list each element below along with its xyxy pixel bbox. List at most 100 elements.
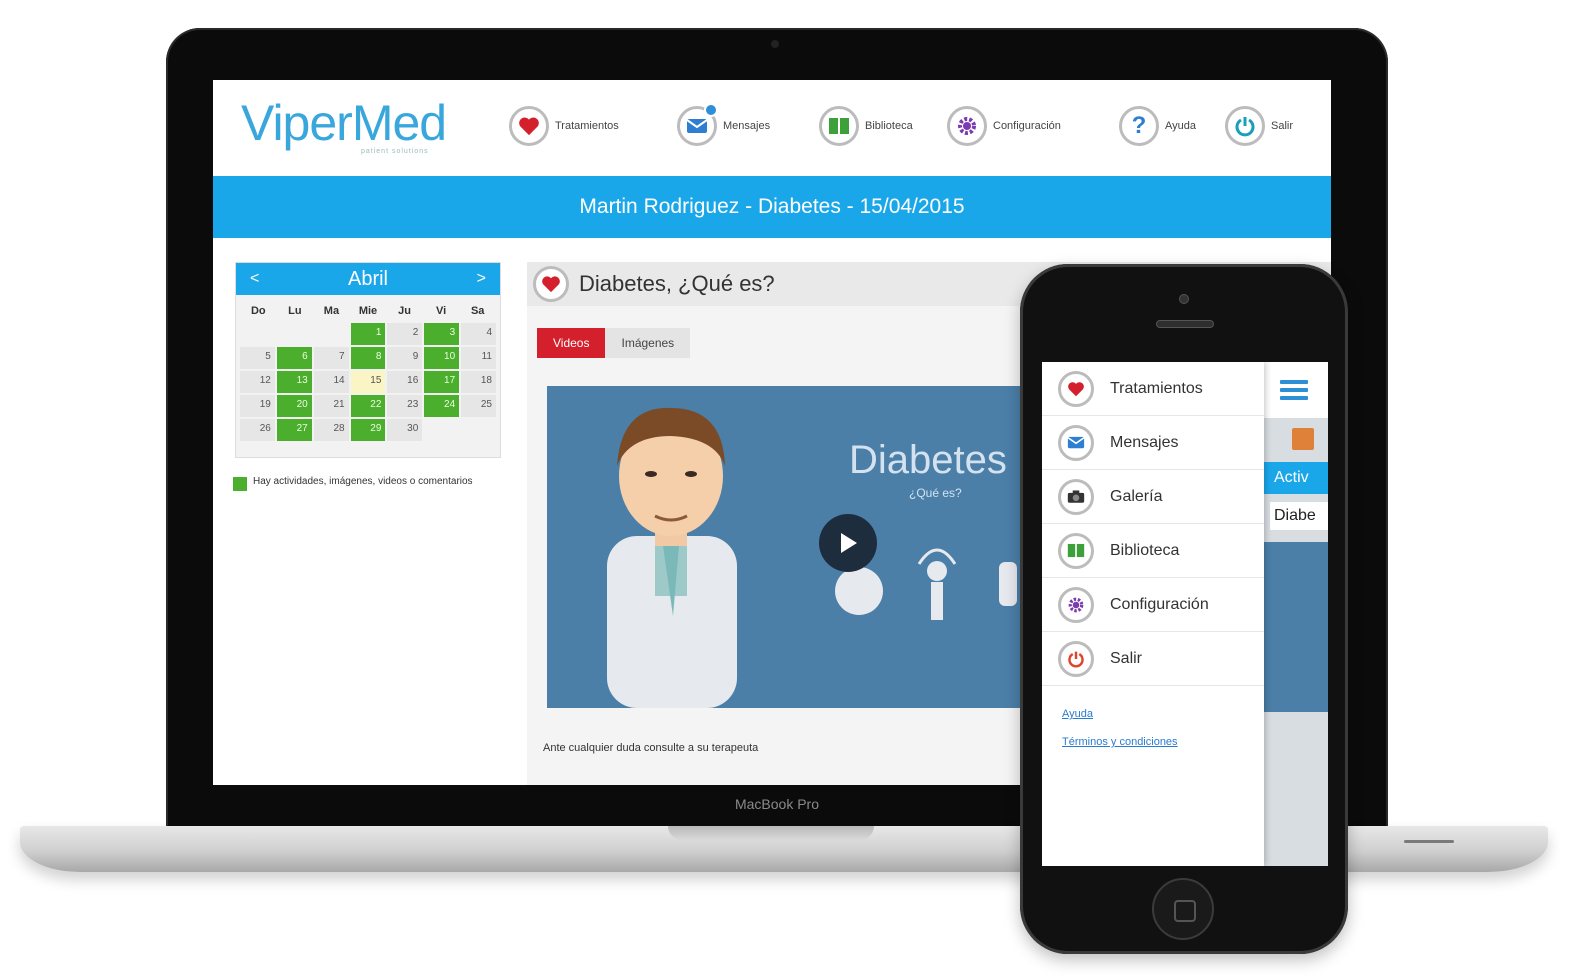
calendar-weekdays: Do Lu Ma Mie Ju Vi Sa bbox=[236, 295, 500, 321]
calendar-day[interactable]: 23 bbox=[387, 395, 423, 417]
calendar-day[interactable]: 16 bbox=[387, 371, 423, 393]
nav-configuracion[interactable]: Configuración bbox=[947, 104, 1061, 148]
nav-label: Tratamientos bbox=[555, 120, 619, 132]
nav-label: Ayuda bbox=[1165, 120, 1196, 132]
calendar-day[interactable]: 28 bbox=[313, 419, 349, 441]
tab-videos[interactable]: Videos bbox=[537, 328, 606, 358]
menu-item-tratamientos[interactable]: Tratamientos bbox=[1042, 362, 1264, 416]
menu-item-biblioteca[interactable]: Biblioteca bbox=[1042, 524, 1264, 578]
calendar-weekday: Do bbox=[250, 305, 266, 317]
calendar-day[interactable]: 18 bbox=[461, 371, 496, 393]
calendar-header: < Abril > bbox=[236, 263, 500, 295]
app-header: ViperMed patient solutions Tratamientos … bbox=[213, 80, 1331, 176]
laptop-port bbox=[1404, 840, 1454, 843]
nav-ayuda[interactable]: ? Ayuda bbox=[1119, 104, 1196, 148]
app-logo[interactable]: ViperMed bbox=[241, 94, 447, 152]
mobile-menu-drawer: Tratamientos Mensajes Galería Biblioteca bbox=[1042, 362, 1264, 866]
calendar-grid: 1 2 3 4 5 6 7 8 9 10 11 12 13 14 15 16 17 18 19 20 21 22 23 24 2… bbox=[236, 321, 500, 443]
camera-icon bbox=[1058, 478, 1094, 515]
calendar: < Abril > Do Lu Ma Mie Ju Vi Sa 1 2 3 4 5 6 7 8 9 10 11 1… bbox=[235, 262, 501, 458]
nav-tratamientos[interactable]: Tratamientos bbox=[509, 104, 619, 148]
phone-speaker bbox=[1156, 320, 1214, 328]
calendar-day[interactable]: 29 bbox=[350, 419, 386, 441]
calendar-empty-cell bbox=[277, 323, 312, 345]
calendar-day[interactable]: 17 bbox=[424, 371, 460, 393]
disclaimer-text: Ante cualquier duda consulte a su terape… bbox=[543, 742, 759, 754]
logo-tagline: patient solutions bbox=[361, 148, 429, 155]
calendar-day[interactable]: 4 bbox=[461, 323, 496, 345]
calendar-day[interactable]: 20 bbox=[276, 395, 312, 417]
calendar-weekday: Ju bbox=[398, 305, 411, 317]
phone-camera bbox=[1179, 294, 1189, 304]
calendar-empty-cell bbox=[424, 419, 459, 441]
envelope-icon bbox=[677, 103, 718, 146]
heart-icon bbox=[1058, 370, 1094, 407]
calendar-day[interactable]: 9 bbox=[387, 347, 423, 369]
calendar-day[interactable]: 25 bbox=[461, 395, 496, 417]
menu-label: Salir bbox=[1110, 649, 1143, 667]
calendar-day[interactable]: 27 bbox=[276, 419, 312, 441]
menu-item-galeria[interactable]: Galería bbox=[1042, 470, 1264, 524]
calendar-empty-cell bbox=[461, 419, 496, 441]
heart-icon bbox=[509, 106, 549, 146]
calendar-day[interactable]: 7 bbox=[313, 347, 349, 369]
calendar-day[interactable]: 21 bbox=[313, 395, 349, 417]
gear-icon bbox=[947, 106, 987, 146]
calendar-day[interactable]: 1 bbox=[350, 323, 386, 345]
calendar-day[interactable]: 13 bbox=[276, 371, 312, 393]
calendar-day[interactable]: 30 bbox=[387, 419, 423, 441]
menu-item-mensajes[interactable]: Mensajes bbox=[1042, 416, 1264, 470]
nav-biblioteca[interactable]: Biblioteca bbox=[819, 104, 913, 148]
book-icon bbox=[1058, 532, 1094, 569]
power-icon bbox=[1058, 640, 1094, 677]
calendar-day[interactable]: 11 bbox=[461, 347, 496, 369]
play-icon bbox=[841, 533, 857, 553]
calendar-day[interactable]: 15 bbox=[350, 371, 386, 393]
calendar-day[interactable]: 2 bbox=[387, 323, 423, 345]
mobile-top-bar bbox=[1264, 362, 1328, 418]
behind-content: Activ Diabe bbox=[1264, 362, 1328, 866]
calendar-day[interactable]: 8 bbox=[350, 347, 386, 369]
legend-swatch bbox=[233, 477, 247, 491]
gear-icon bbox=[1058, 586, 1094, 623]
menu-item-configuracion[interactable]: Configuración bbox=[1042, 578, 1264, 632]
calendar-day[interactable]: 14 bbox=[313, 371, 349, 393]
envelope-icon bbox=[1058, 424, 1094, 461]
menu-label: Mensajes bbox=[1110, 433, 1179, 451]
calendar-weekday: Sa bbox=[470, 305, 485, 317]
calendar-day[interactable]: 10 bbox=[424, 347, 460, 369]
calendar-empty-cell bbox=[314, 323, 349, 345]
menu-label: Galería bbox=[1110, 487, 1163, 505]
play-button[interactable] bbox=[819, 514, 877, 572]
tab-imagenes[interactable]: Imágenes bbox=[605, 328, 691, 358]
nav-mensajes[interactable]: Mensajes bbox=[677, 103, 771, 148]
home-button[interactable] bbox=[1152, 878, 1214, 940]
hamburger-icon[interactable] bbox=[1280, 380, 1308, 400]
calendar-next-button[interactable]: > bbox=[477, 270, 486, 288]
calendar-day[interactable]: 5 bbox=[240, 347, 275, 369]
section-bar: Activ bbox=[1264, 462, 1328, 494]
nav-label: Mensajes bbox=[723, 120, 771, 132]
phone-screen: Activ Diabe Tratamientos Mensajes Galerí… bbox=[1042, 362, 1328, 866]
menu-label: Biblioteca bbox=[1110, 541, 1180, 559]
content-title: Diabetes, ¿Qué es? bbox=[579, 271, 775, 296]
section-title: Diabe bbox=[1270, 502, 1328, 530]
calendar-day[interactable]: 3 bbox=[424, 323, 460, 345]
laptop-camera bbox=[771, 40, 779, 48]
calendar-day[interactable]: 12 bbox=[240, 371, 275, 393]
calendar-day[interactable]: 6 bbox=[276, 347, 312, 369]
calendar-prev-button[interactable]: < bbox=[250, 270, 259, 288]
media-tabs: Videos Imágenes bbox=[537, 328, 691, 358]
video-subtitle: ¿Qué es? bbox=[909, 486, 962, 500]
notification-badge bbox=[704, 103, 718, 117]
calendar-day[interactable]: 24 bbox=[424, 395, 460, 417]
calendar-weekday: Mie bbox=[358, 305, 378, 317]
calendar-day[interactable]: 26 bbox=[240, 419, 275, 441]
menu-item-salir[interactable]: Salir bbox=[1042, 632, 1264, 686]
nav-salir[interactable]: Salir bbox=[1225, 104, 1293, 148]
link-terminos[interactable]: Términos y condiciones bbox=[1042, 736, 1264, 748]
calendar-day[interactable]: 19 bbox=[240, 395, 275, 417]
calendar-empty-cell bbox=[240, 323, 275, 345]
calendar-day[interactable]: 22 bbox=[350, 395, 386, 417]
link-ayuda[interactable]: Ayuda bbox=[1042, 708, 1264, 720]
